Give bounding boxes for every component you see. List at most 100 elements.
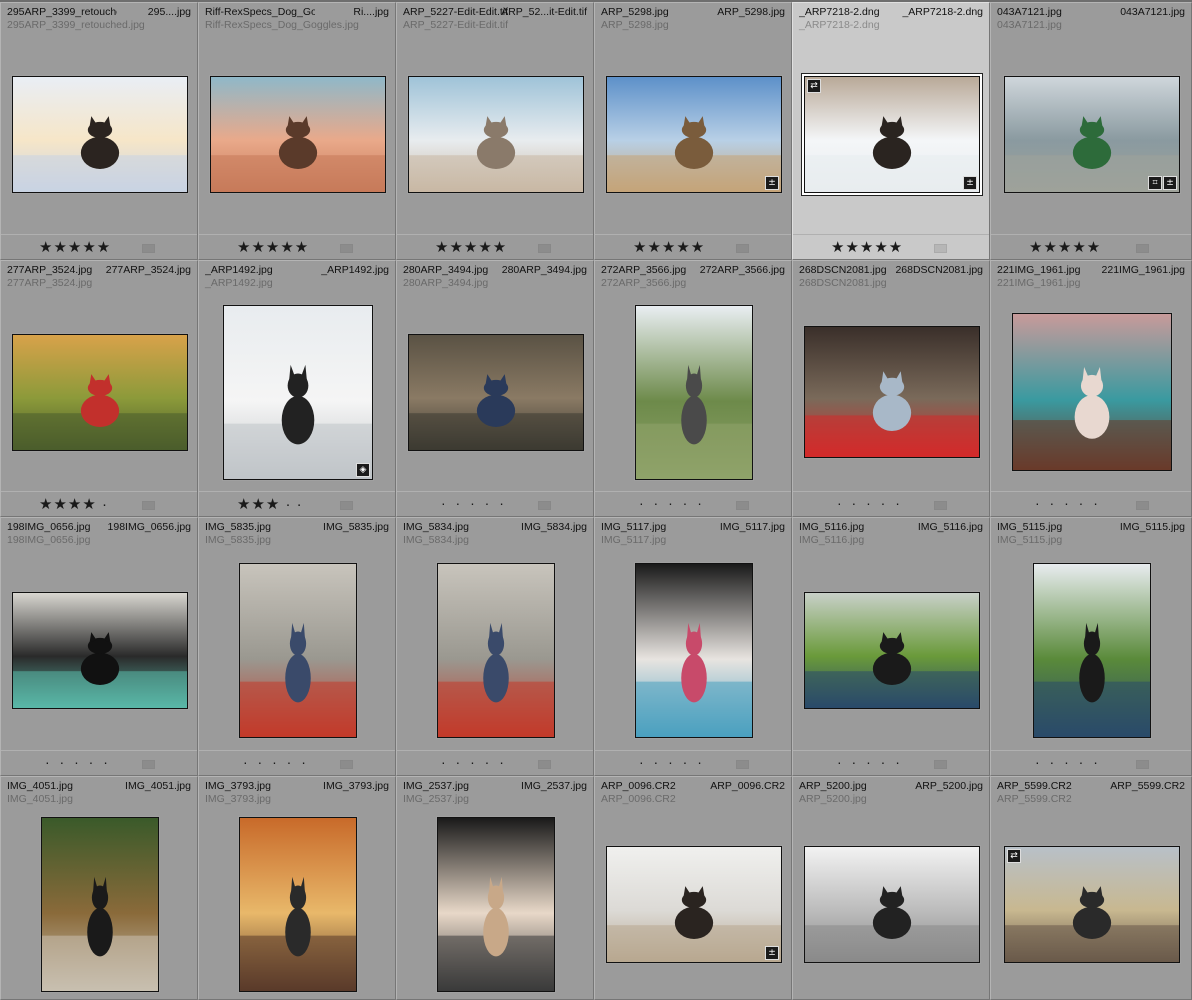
grid-cell[interactable]: IMG_5117.jpg IMG_5117.jpg IMG_5117.jpg · ·… xyxy=(594,517,792,776)
pick-flag-icon[interactable] xyxy=(340,501,353,510)
pick-flag-icon[interactable] xyxy=(934,501,947,510)
star-rating[interactable]: ★★★★★ xyxy=(831,238,903,256)
cell-header: 221IMG_1961.jpg 221IMG_1961.jpg 221IMG_196… xyxy=(997,264,1185,292)
grid-cell[interactable]: IMG_4051.jpg IMG_4051.jpg IMG_4051.jpg xyxy=(0,776,198,1000)
grid-cell[interactable]: _ARP1492.jpg _ARP1492.jpg _ARP1492.jpg ◈ ★★★… xyxy=(198,260,396,517)
pick-flag-icon[interactable] xyxy=(934,760,947,769)
photo-thumbnail[interactable] xyxy=(437,563,555,738)
grid-cell[interactable]: IMG_3793.jpg IMG_3793.jpg IMG_3793.jpg xyxy=(198,776,396,1000)
grid-cell[interactable]: 295ARP_3399_retouched.jpg295....jpg295AR… xyxy=(0,2,198,260)
pick-flag-icon[interactable] xyxy=(538,760,551,769)
grid-cell[interactable]: _ARP7218-2.dng _ARP7218-2.dng _ARP7218-2.d… xyxy=(792,2,990,260)
star-rating[interactable]: ★★★★★ xyxy=(633,238,705,256)
photo-thumbnail[interactable] xyxy=(804,592,980,709)
star-rating[interactable]: · · · · · xyxy=(1035,754,1101,770)
pick-flag-icon[interactable] xyxy=(538,244,551,253)
develop-adjusted-icon[interactable]: ± xyxy=(765,946,779,960)
photo-thumbnail[interactable] xyxy=(804,326,980,458)
grid-cell[interactable]: ARP_5227-Edit-Edit.tif ARP_52...it-Edit.t… xyxy=(396,2,594,260)
grid-cell[interactable]: IMG_5834.jpg IMG_5834.jpg IMG_5834.jpg · ·… xyxy=(396,517,594,776)
pick-flag-icon[interactable] xyxy=(142,760,155,769)
develop-adjusted-icon[interactable]: ± xyxy=(963,176,977,190)
pick-flag-icon[interactable] xyxy=(142,501,155,510)
photo-thumbnail[interactable]: ⌗ ± xyxy=(1004,76,1180,193)
star-rating[interactable]: ★★★★★ xyxy=(39,238,111,256)
cell-footer: ★★★★★ xyxy=(199,234,395,259)
grid-cell[interactable]: ARP_0096.CR2 ARP_0096.CR2 ARP_0096.CR2 ± xyxy=(594,776,792,1000)
grid-cell[interactable]: IMG_5116.jpg IMG_5116.jpg IMG_5116.jpg · ·… xyxy=(792,517,990,776)
grid-cell[interactable]: IMG_5115.jpg IMG_5115.jpg IMG_5115.jpg · ·… xyxy=(990,517,1192,776)
sync-icon[interactable]: ⇄ xyxy=(1007,849,1021,863)
thumbnail-area xyxy=(1,34,197,233)
star-rating[interactable]: · · · · · xyxy=(639,495,705,511)
pick-flag-icon[interactable] xyxy=(538,501,551,510)
photo-thumbnail[interactable] xyxy=(12,76,188,193)
star-rating[interactable]: · · · · · xyxy=(837,495,903,511)
grid-cell[interactable]: 272ARP_3566.jpg 272ARP_3566.jpg 272ARP_356… xyxy=(594,260,792,517)
grid-cell[interactable]: Riff-RexSpecs_Dog_Goggles.jpgRi....jpgRi… xyxy=(198,2,396,260)
grid-cell[interactable]: ARP_5298.jpg ARP_5298.jpg ARP_5298.jpg ± ★★★… xyxy=(594,2,792,260)
photo-thumbnail[interactable] xyxy=(239,817,357,992)
star-rating[interactable]: ★★★★ · xyxy=(39,495,108,513)
grid-cell[interactable]: 043A7121.jpg 043A7121.jpg 043A7121.jpg ⌗ ± ★★… xyxy=(990,2,1192,260)
pick-flag-icon[interactable] xyxy=(340,760,353,769)
crop-icon[interactable]: ⌗ xyxy=(1148,176,1162,190)
pick-flag-icon[interactable] xyxy=(1136,244,1149,253)
grid-cell[interactable]: 277ARP_3524.jpg 277ARP_3524.jpg 277ARP_352… xyxy=(0,260,198,517)
star-rating[interactable]: · · · · · xyxy=(243,754,309,770)
star-rating[interactable]: ★★★★★ xyxy=(1029,238,1101,256)
photo-thumbnail-image xyxy=(13,593,187,708)
photo-thumbnail[interactable] xyxy=(210,76,386,193)
pick-flag-icon[interactable] xyxy=(934,244,947,253)
pick-flag-icon[interactable] xyxy=(736,244,749,253)
photo-thumbnail[interactable] xyxy=(408,76,584,193)
photo-thumbnail[interactable] xyxy=(12,592,188,709)
grid-cell[interactable]: IMG_5835.jpg IMG_5835.jpg IMG_5835.jpg · ·… xyxy=(198,517,396,776)
photo-thumbnail[interactable] xyxy=(635,563,753,738)
star-rating[interactable]: ★★★★★ xyxy=(237,238,309,256)
pick-flag-icon[interactable] xyxy=(1136,760,1149,769)
photo-thumbnail[interactable]: ± xyxy=(606,76,782,193)
grid-cell[interactable]: 280ARP_3494.jpg 280ARP_3494.jpg 280ARP_349… xyxy=(396,260,594,517)
grid-cell[interactable]: ARP_5599.CR2 ARP_5599.CR2 ARP_5599.CR2 ⇄ xyxy=(990,776,1192,1000)
photo-thumbnail[interactable] xyxy=(41,817,159,992)
grid-cell[interactable]: 221IMG_1961.jpg 221IMG_1961.jpg 221IMG_196… xyxy=(990,260,1192,517)
photo-thumbnail[interactable] xyxy=(635,305,753,480)
pick-flag-icon[interactable] xyxy=(736,760,749,769)
star-rating[interactable]: · · · · · xyxy=(837,754,903,770)
keyword-tag-icon[interactable]: ◈ xyxy=(356,463,370,477)
grid-cell[interactable]: 268DSCN2081.jpg 268DSCN2081.jpg 268DSCN208… xyxy=(792,260,990,517)
grid-cell[interactable]: 198IMG_0656.jpg 198IMG_0656.jpg 198IMG_065… xyxy=(0,517,198,776)
thumbnail-area xyxy=(397,808,593,999)
star-rating[interactable]: · · · · · xyxy=(1035,495,1101,511)
photo-thumbnail[interactable] xyxy=(408,334,584,451)
pick-flag-icon[interactable] xyxy=(736,501,749,510)
pick-flag-icon[interactable] xyxy=(1136,501,1149,510)
star-rating[interactable]: ★★★★★ xyxy=(435,238,507,256)
photo-thumbnail[interactable]: ⇄ xyxy=(1004,846,1180,963)
pick-flag-icon[interactable] xyxy=(340,244,353,253)
grid-cell[interactable]: IMG_2537.jpg IMG_2537.jpg IMG_2537.jpg xyxy=(396,776,594,1000)
develop-adjusted-icon[interactable]: ± xyxy=(765,176,779,190)
star-rating[interactable]: · · · · · xyxy=(441,754,507,770)
develop-adjusted-icon[interactable]: ± xyxy=(1163,176,1177,190)
star-rating[interactable]: · · · · · xyxy=(45,754,111,770)
photo-thumbnail[interactable] xyxy=(12,334,188,451)
thumbnail-area: ◈ xyxy=(199,292,395,490)
photo-thumbnail[interactable] xyxy=(804,846,980,963)
pick-flag-icon[interactable] xyxy=(142,244,155,253)
cell-footer: ★★★★ · xyxy=(1,491,197,516)
photo-thumbnail[interactable]: ◈ xyxy=(223,305,373,480)
photo-thumbnail[interactable]: ± xyxy=(606,846,782,963)
photo-thumbnail[interactable] xyxy=(1012,313,1172,471)
star-rating[interactable]: ★★★ · · xyxy=(237,495,303,513)
photo-thumbnail[interactable] xyxy=(239,563,357,738)
filename-label: 198IMG_0656.jpg xyxy=(7,521,91,533)
photo-thumbnail[interactable] xyxy=(1033,563,1151,738)
photo-thumbnail[interactable]: ⇄ ± xyxy=(804,76,980,193)
photo-thumbnail[interactable] xyxy=(437,817,555,992)
star-rating[interactable]: · · · · · xyxy=(441,495,507,511)
star-rating[interactable]: · · · · · xyxy=(639,754,705,770)
grid-cell[interactable]: ARP_5200.jpg ARP_5200.jpg ARP_5200.jpg xyxy=(792,776,990,1000)
sync-icon[interactable]: ⇄ xyxy=(807,79,821,93)
